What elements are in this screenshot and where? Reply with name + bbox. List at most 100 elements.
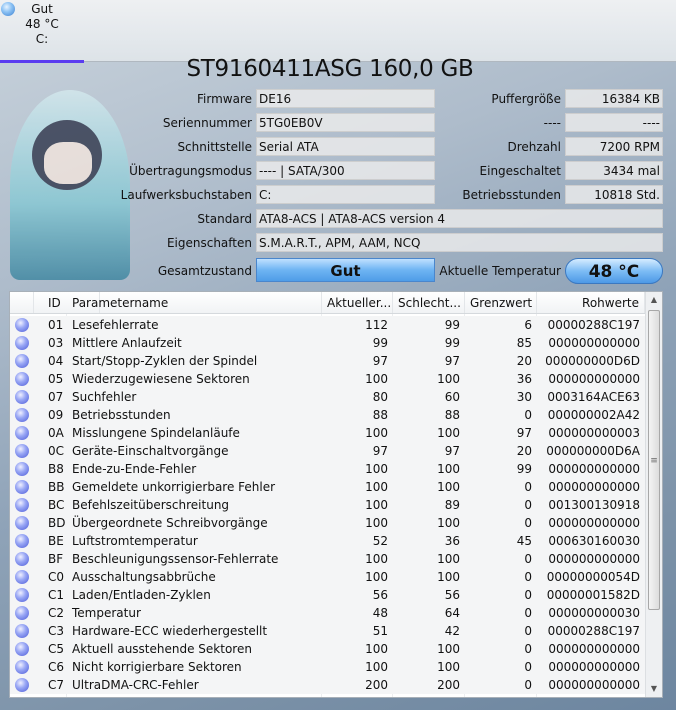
table-row[interactable]: 03 Mittlere Anlaufzeit 99 99 85 000000000000	[10, 334, 646, 352]
cell: 100	[437, 570, 460, 584]
table-row[interactable]: BE Luftstromtemperatur 52 36 45 000630160030	[10, 532, 646, 550]
tab-selected-indicator	[0, 60, 84, 63]
features-value: S.M.A.R.T., APM, AAM, NCQ	[256, 233, 663, 252]
cell: 100	[437, 660, 460, 674]
table-row[interactable]: BB Gemeldete unkorrigierbare Fehler 100 100…	[10, 478, 646, 496]
health-status-button[interactable]: Gut	[256, 258, 435, 282]
cell: Lesefehlerrate	[72, 318, 159, 332]
info-label: Übertragungsmodus	[129, 164, 252, 178]
table-row[interactable]: 07 Suchfehler 80 60 30 0003164ACE63	[10, 388, 646, 406]
table-row[interactable]: 0C Geräte-Einschaltvorgänge 97 97 20 00000000…	[10, 442, 646, 460]
table-row[interactable]: 09 Betriebsstunden 88 88 0 000000002A42	[10, 406, 646, 424]
cell: 112	[365, 318, 388, 332]
cell: 97	[372, 444, 388, 458]
status-dot-icon	[15, 624, 29, 638]
cell: 56	[372, 588, 388, 602]
info-value: 10818 Std.	[565, 185, 663, 204]
cell: 000000000000	[548, 552, 640, 566]
cell: Wiederzugewiesene Sektoren	[72, 372, 250, 386]
cell: 0	[524, 516, 532, 530]
cell: 88	[372, 408, 388, 422]
scroll-down-arrow-icon[interactable]: ▼	[646, 681, 662, 697]
cell: 100	[365, 642, 388, 656]
info-value: ----	[565, 113, 663, 132]
cell: Ausschaltungsabbrüche	[72, 570, 216, 584]
status-dot-icon	[15, 444, 29, 458]
temperature-button[interactable]: 48 °C	[565, 258, 663, 284]
cell: 0	[524, 408, 532, 422]
table-row[interactable]: C3 Hardware-ECC wiederhergestellt 51 42 0 000…	[10, 622, 646, 640]
table-row[interactable]: C7 UltraDMA-CRC-Fehler 200 200 0 000000000000	[10, 676, 646, 694]
cell: Aktuell ausstehende Sektoren	[72, 642, 252, 656]
column-header[interactable]: Aktueller...	[322, 292, 393, 313]
cell: 89	[444, 498, 460, 512]
cell: Laden/Entladen-Zyklen	[72, 588, 211, 602]
cell: 000000000000	[548, 678, 640, 692]
table-row[interactable]: BF Beschleunigungssensor-Fehlerrate 100 100…	[10, 550, 646, 568]
health-label: Gesamtzustand	[157, 264, 252, 278]
column-header[interactable]: Parametername	[67, 292, 322, 313]
scroll-up-arrow-icon[interactable]: ▲	[646, 292, 662, 308]
table-row[interactable]: 05 Wiederzugewiesene Sektoren 100 100 36 0000…	[10, 370, 646, 388]
status-dot-icon	[15, 588, 29, 602]
cell: 100	[437, 642, 460, 656]
status-dot-icon	[15, 660, 29, 674]
standard-value: ATA8-ACS | ATA8-ACS version 4	[256, 209, 663, 228]
cell: 99	[372, 336, 388, 350]
table-row[interactable]: C0 Ausschaltungsabbrüche 100 100 0 0000000005…	[10, 568, 646, 586]
info-value: 7200 RPM	[565, 137, 663, 156]
cell: UltraDMA-CRC-Fehler	[72, 678, 199, 692]
cell: 0	[524, 552, 532, 566]
cell: 0	[524, 588, 532, 602]
table-row[interactable]: C2 Temperatur 48 64 0 000000000030	[10, 604, 646, 622]
cell: Mittlere Anlaufzeit	[72, 336, 182, 350]
status-dot-icon	[15, 462, 29, 476]
status-dot-icon	[15, 480, 29, 494]
cell: 99	[444, 336, 460, 350]
cell: 100	[437, 516, 460, 530]
scrollbar-thumb[interactable]: ≡	[648, 310, 660, 610]
table-row[interactable]: 04 Start/Stopp-Zyklen der Spindel 97 97 20 00…	[10, 352, 646, 370]
cell: 100	[365, 372, 388, 386]
cell: 0	[524, 606, 532, 620]
table-row[interactable]: C5 Aktuell ausstehende Sektoren 100 100 0 000…	[10, 640, 646, 658]
table-row[interactable]: C1 Laden/Entladen-Zyklen 56 56 0 00000001582D	[10, 586, 646, 604]
vertical-scrollbar[interactable]: ▲ ≡ ▼	[645, 292, 662, 697]
drive-tab-bar: Gut 48 °C C:	[0, 0, 676, 63]
cell: 0	[524, 480, 532, 494]
cell: Geräte-Einschaltvorgänge	[72, 444, 229, 458]
info-label: Seriennummer	[162, 116, 252, 130]
tab-temp: 48 °C	[25, 17, 59, 31]
cell: 100	[365, 462, 388, 476]
cell: 64	[444, 606, 460, 620]
table-row[interactable]: B8 Ende-zu-Ende-Fehler 100 100 99 00000000000…	[10, 460, 646, 478]
cell: 100	[365, 516, 388, 530]
cell: 00000000054D	[546, 570, 640, 584]
cell: 200	[437, 678, 460, 692]
status-dot-icon	[15, 318, 29, 332]
cell: Betriebsstunden	[72, 408, 171, 422]
status-dot-icon	[15, 534, 29, 548]
column-header[interactable]: Grenzwert	[465, 292, 537, 313]
cell: 30	[516, 390, 532, 404]
cell: 000630160030	[548, 534, 640, 548]
drive-tab-c[interactable]: Gut 48 °C C:	[0, 0, 84, 63]
column-header[interactable]: Rohwerte	[537, 292, 645, 313]
table-row[interactable]: BC Befehlszeitüberschreitung 100 89 0 0013001…	[10, 496, 646, 514]
status-dot-icon	[15, 642, 29, 656]
cell: 0	[524, 624, 532, 638]
info-label: Puffergröße	[491, 92, 561, 106]
table-row[interactable]: BD Übergeordnete Schreibvorgänge 100 100 0 00…	[10, 514, 646, 532]
table-row[interactable]: 01 Lesefehlerrate 112 99 6 00000288C197	[10, 316, 646, 334]
info-value: 5TG0EB0V	[256, 113, 435, 132]
table-row[interactable]: 0A Misslungene Spindelanläufe 100 100 97 0000…	[10, 424, 646, 442]
cell: 97	[444, 444, 460, 458]
table-header: ID Parametername Aktueller... Schlecht... Gr…	[10, 292, 646, 314]
info-value: ---- | SATA/300	[256, 161, 435, 180]
cell: 100	[437, 552, 460, 566]
cell: 000000000000	[548, 336, 640, 350]
column-header[interactable]: Schlecht...	[393, 292, 465, 313]
info-value: 16384 KB	[565, 89, 663, 108]
cell: 88	[444, 408, 460, 422]
table-row[interactable]: C6 Nicht korrigierbare Sektoren 100 100 0 000…	[10, 658, 646, 676]
